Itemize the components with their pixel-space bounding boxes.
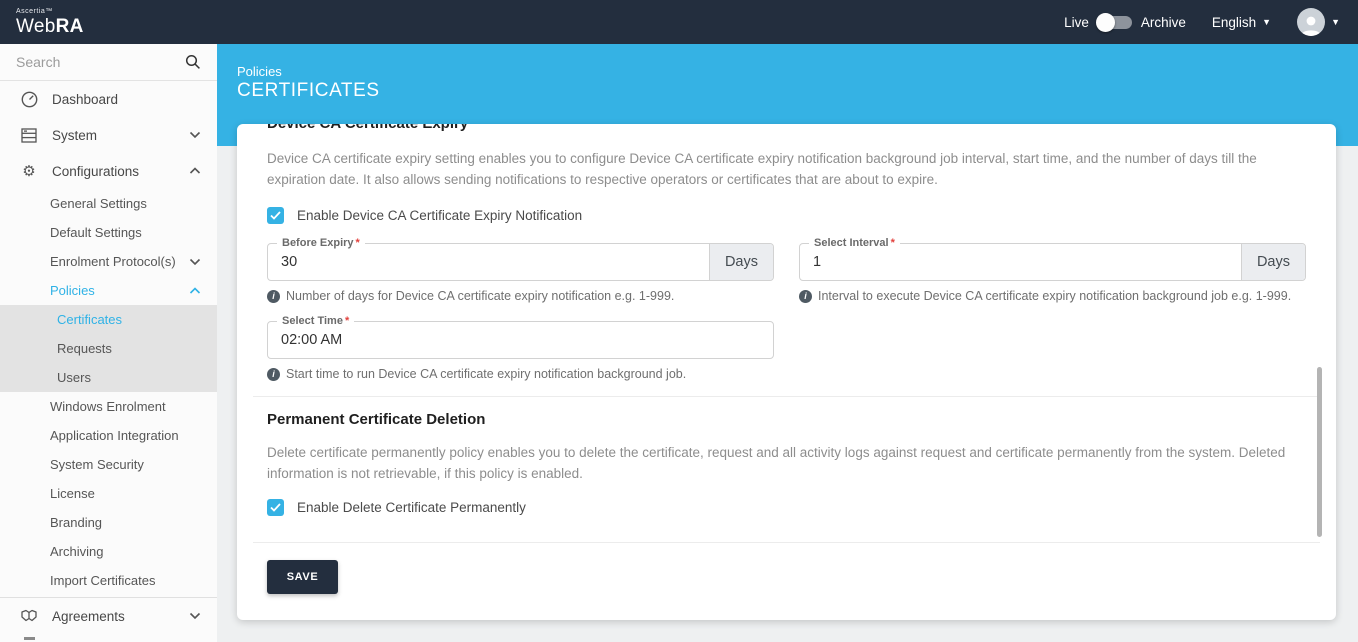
field-label: Before Expiry *	[277, 236, 365, 250]
sidebar-item-enrolment-protocols[interactable]: Enrolment Protocol(s)	[0, 247, 217, 276]
sidebar-item-import-certificates[interactable]: Import Certificates	[0, 566, 217, 595]
required-asterisk: *	[355, 237, 360, 249]
interval-hint: i Interval to execute Device CA certific…	[799, 289, 1306, 303]
check-icon	[270, 502, 281, 512]
sidebar-item-default-settings[interactable]: Default Settings	[0, 218, 217, 247]
app-logo[interactable]: Ascertia™ WebRA	[16, 8, 84, 36]
section-title-device-ca-expiry: Device CA Certificate Expiry	[267, 124, 1306, 132]
before-expiry-cell: Before Expiry* Days i Number of days for…	[267, 236, 774, 303]
select-time-field: Select Time *	[267, 314, 774, 359]
field-label: Select Time *	[277, 314, 355, 328]
page-title: CERTIFICATES	[237, 80, 380, 101]
days-suffix: Days	[708, 244, 773, 280]
sidebar-item-agreements[interactable]: Agreements	[0, 598, 217, 634]
enable-delete-permanently-row: Enable Delete Certificate Permanently	[267, 498, 1306, 516]
partial-next-item-icon	[24, 637, 35, 640]
checkbox-label: Enable Delete Certificate Permanently	[297, 499, 526, 515]
live-archive-toggle[interactable]	[1095, 12, 1132, 32]
sidebar-item-users[interactable]: Users	[0, 363, 217, 392]
chevron-down-icon	[189, 131, 201, 139]
chevron-up-icon	[189, 286, 201, 294]
field-label: Select Interval *	[809, 236, 900, 250]
gauge-icon	[20, 90, 38, 108]
divider	[253, 396, 1320, 397]
chevron-down-icon: ▼	[1262, 17, 1272, 27]
sidebar-item-label: Dashboard	[52, 91, 119, 107]
sidebar-item-license[interactable]: License	[0, 479, 217, 508]
chevron-down-icon	[189, 612, 201, 620]
required-asterisk: *	[344, 315, 350, 327]
sidebar-item-policies[interactable]: Policies	[0, 276, 217, 305]
info-icon: i	[267, 367, 280, 381]
sidebar-item-application-integration[interactable]: Application Integration	[0, 421, 217, 450]
search-input[interactable]	[16, 54, 166, 70]
enable-expiry-notification-row: Enable Device CA Certificate Expiry Noti…	[267, 206, 1306, 224]
info-icon: i	[799, 289, 812, 303]
sidebar-item-system[interactable]: System	[0, 117, 217, 153]
required-asterisk: *	[890, 237, 895, 249]
user-menu[interactable]: ▼	[1297, 8, 1340, 36]
divider	[253, 542, 1320, 543]
avatar[interactable]	[1297, 8, 1326, 36]
sidebar-search	[0, 44, 217, 81]
chevron-down-icon: ▼	[1331, 17, 1340, 27]
sidebar-item-system-security[interactable]: System Security	[0, 450, 217, 479]
search-icon[interactable]	[185, 54, 201, 70]
days-suffix: Days	[1240, 244, 1305, 280]
sidebar-item-label: System	[52, 127, 98, 143]
person-icon	[1301, 16, 1322, 36]
sidebar-item-windows-enrolment[interactable]: Windows Enrolment	[0, 392, 217, 421]
check-icon	[270, 210, 281, 220]
section-title-permanent-deletion: Permanent Certificate Deletion	[267, 411, 486, 428]
chevron-down-icon	[189, 258, 201, 265]
language-dropdown[interactable]: English ▼	[1212, 15, 1271, 30]
top-navbar: Ascertia™ WebRA Live Archive English ▼ ▼	[0, 0, 1358, 44]
brand-webra: WebRA	[16, 16, 84, 37]
toggle-knob[interactable]	[1095, 12, 1115, 32]
archive-label: Archive	[1140, 14, 1186, 30]
scrollbar-thumb[interactable]	[1317, 367, 1322, 537]
handshake-icon	[20, 607, 38, 625]
before-expiry-field: Before Expiry* Days	[267, 236, 774, 281]
enable-expiry-notification-checkbox[interactable]	[267, 206, 284, 224]
checkbox-label: Enable Device CA Certificate Expiry Noti…	[297, 207, 583, 223]
enable-delete-permanently-checkbox[interactable]	[267, 498, 284, 516]
settings-card: Device CA Certificate Expiry Device CA c…	[237, 124, 1336, 620]
breadcrumb: Policies	[237, 64, 282, 79]
sidebar-item-requests[interactable]: Requests	[0, 334, 217, 363]
before-expiry-hint: i Number of days for Device CA certifica…	[267, 289, 774, 303]
select-time-cell: Select Time* i Start time to run Device …	[267, 314, 774, 381]
server-icon	[20, 126, 38, 144]
sidebar-item-general-settings[interactable]: General Settings	[0, 189, 217, 218]
section-description: Delete certificate permanently policy en…	[267, 445, 1286, 481]
live-archive-toggle-group: Live Archive	[1064, 12, 1186, 32]
interval-cell: Select Interval* Days i Interval to exec…	[799, 236, 1306, 303]
brand-ascertia: Ascertia™	[16, 8, 53, 15]
language-label: English	[1211, 14, 1257, 30]
gear-icon: ⚙	[22, 163, 36, 180]
sidebar-item-certificates[interactable]: Certificates	[0, 305, 217, 334]
sidebar-item-label: Configurations	[52, 163, 140, 179]
info-icon: i	[267, 289, 280, 303]
policies-submenu: Certificates Requests Users	[0, 305, 217, 392]
section-description: Device CA certificate expiry setting ena…	[267, 151, 1257, 187]
chevron-up-icon	[189, 167, 201, 174]
live-label: Live	[1064, 14, 1089, 30]
sidebar: Dashboard System ⚙ Configurations Genera…	[0, 44, 217, 642]
interval-field: Select Interval* Days	[799, 236, 1306, 281]
sidebar-item-archiving[interactable]: Archiving	[0, 537, 217, 566]
sidebar-item-configurations[interactable]: ⚙ Configurations	[0, 153, 217, 189]
select-time-hint: i Start time to run Device CA certificat…	[267, 367, 774, 381]
sidebar-item-dashboard[interactable]: Dashboard	[0, 81, 217, 117]
sidebar-item-branding[interactable]: Branding	[0, 508, 217, 537]
save-button[interactable]: SAVE	[267, 560, 338, 594]
sidebar-item-label: Agreements	[52, 608, 125, 624]
